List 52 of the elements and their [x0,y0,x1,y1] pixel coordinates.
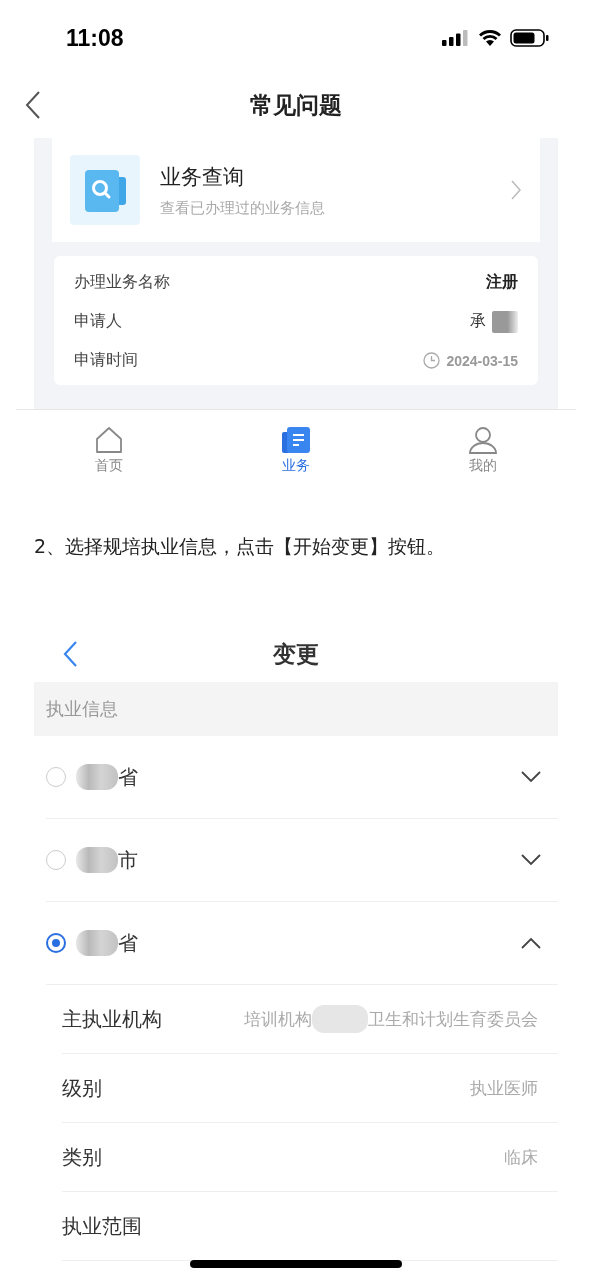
card-title: 业务查询 [160,163,245,191]
user-icon [467,425,498,455]
chevron-up-icon[interactable] [520,936,542,950]
section-title: 执业信息 [46,697,118,721]
redaction-blur [312,1005,368,1033]
signal-icon [442,30,470,46]
region-item[interactable]: 省 [46,736,558,819]
status-time: 11:08 [66,24,124,52]
home-icon [94,425,125,455]
region-name: 省 [118,763,138,791]
region-item[interactable]: 省 [46,902,558,985]
page-title: 常见问题 [250,90,342,120]
field-value: 2024-03-15 [446,352,518,369]
card-subtitle: 查看已办理过的业务信息 [160,198,326,218]
battery-icon [510,29,550,47]
query-card[interactable]: 业务查询 查看已办理过的业务信息 [52,138,540,242]
search-icon [70,155,140,225]
wifi-icon [478,29,502,47]
field-label: 执业范围 [62,1212,142,1240]
back-icon[interactable] [24,90,42,120]
field-label: 申请人 [74,311,122,332]
field-value: 执业医师 [470,1076,538,1100]
redaction-blur [492,310,518,333]
field-value: 培训机构 [244,1007,312,1031]
redaction-blur [76,764,118,790]
region-name: 市 [118,846,138,874]
field-value: 临床 [504,1145,538,1169]
redaction-blur [76,930,118,956]
redaction-blur [76,847,118,873]
field-value: 卫生和计划生育委员会 [368,1007,538,1031]
field-label: 类别 [62,1143,102,1171]
chevron-down-icon[interactable] [520,853,542,867]
instruction-text: 2、选择规培执业信息，点击【开始变更】按钮。 [34,534,447,559]
clock-icon [423,352,441,369]
tab[interactable]: 首页 [16,410,203,490]
radio-button[interactable] [46,933,66,953]
field-label: 申请时间 [74,350,138,371]
tab[interactable]: 业务 [202,410,390,490]
field-label: 办理业务名称 [74,272,170,293]
tab[interactable]: 我的 [389,410,576,490]
field-label: 主执业机构 [62,1005,162,1033]
region-item[interactable]: 市 [46,819,558,902]
page-title: 变更 [273,639,319,669]
chevron-down-icon[interactable] [520,770,542,784]
back-icon[interactable] [62,640,78,668]
field-value: 承 [470,311,486,332]
document-icon [281,425,311,455]
chevron-right-icon [510,179,522,201]
record-card[interactable]: 办理业务名称 注册 申请人 承 申请时间 2024-03-15 [54,256,538,385]
field-label: 级别 [62,1074,102,1102]
region-name: 省 [118,929,138,957]
field-value: 注册 [486,272,518,293]
